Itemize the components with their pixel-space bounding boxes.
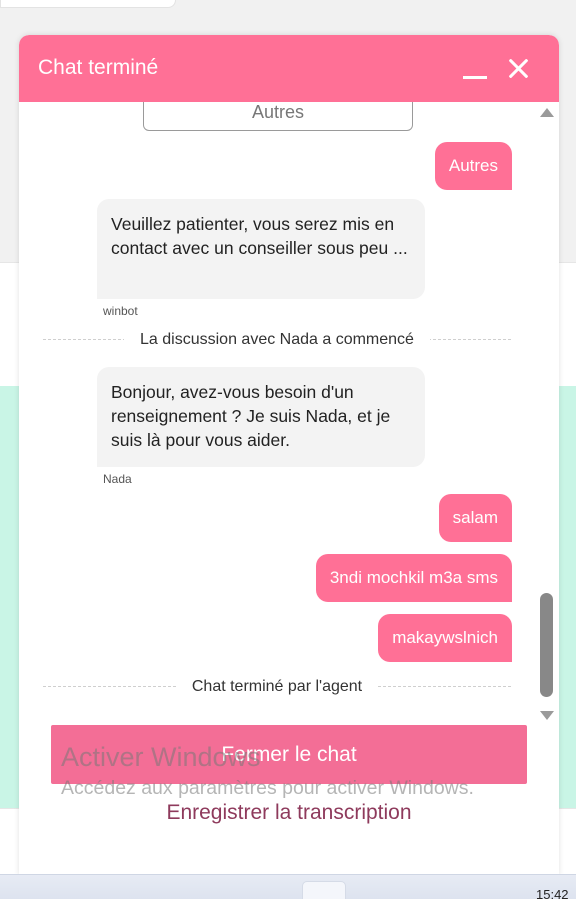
taskbar-app-button[interactable] [302, 881, 346, 899]
system-divider: La discussion avec Nada a commencé [43, 330, 511, 350]
bot-message: Veuillez patienter, vous serez mis en co… [97, 199, 425, 299]
save-transcript-link[interactable]: Enregistrer la transcription [19, 801, 559, 825]
close-chat-button[interactable]: Fermer le chat [51, 725, 527, 784]
user-message: Autres [434, 142, 512, 190]
chat-widget: Chat terminé Autres Autres Veuillez pati… [19, 35, 559, 875]
background-card [0, 0, 176, 8]
system-divider: Chat terminé par l'agent [43, 677, 511, 697]
chat-title: Chat terminé [38, 56, 159, 79]
scroll-thumb[interactable] [540, 593, 553, 697]
minimize-icon[interactable] [463, 76, 487, 79]
choice-button-autres[interactable]: Autres [143, 102, 413, 131]
scroll-down-icon[interactable] [540, 711, 554, 720]
chat-header: Chat terminé [19, 35, 559, 102]
user-message: 3ndi mochkil m3a sms [315, 554, 512, 602]
taskbar: 15:42 [0, 874, 576, 899]
message-sender: Nada [103, 472, 132, 486]
user-message: salam [438, 494, 512, 542]
system-message: La discussion avec Nada a commencé [124, 331, 430, 348]
message-list: Autres Autres Veuillez patienter, vous s… [19, 102, 559, 720]
user-message: makaywslnich [378, 614, 512, 662]
taskbar-clock: 15:42 [536, 887, 569, 899]
message-sender: winbot [103, 304, 138, 318]
scroll-up-icon[interactable] [540, 108, 554, 117]
bot-message: Bonjour, avez-vous besoin d'un renseigne… [97, 367, 425, 467]
scrollbar[interactable] [539, 108, 554, 720]
close-icon[interactable] [505, 55, 531, 81]
system-message: Chat terminé par l'agent [175, 678, 379, 695]
